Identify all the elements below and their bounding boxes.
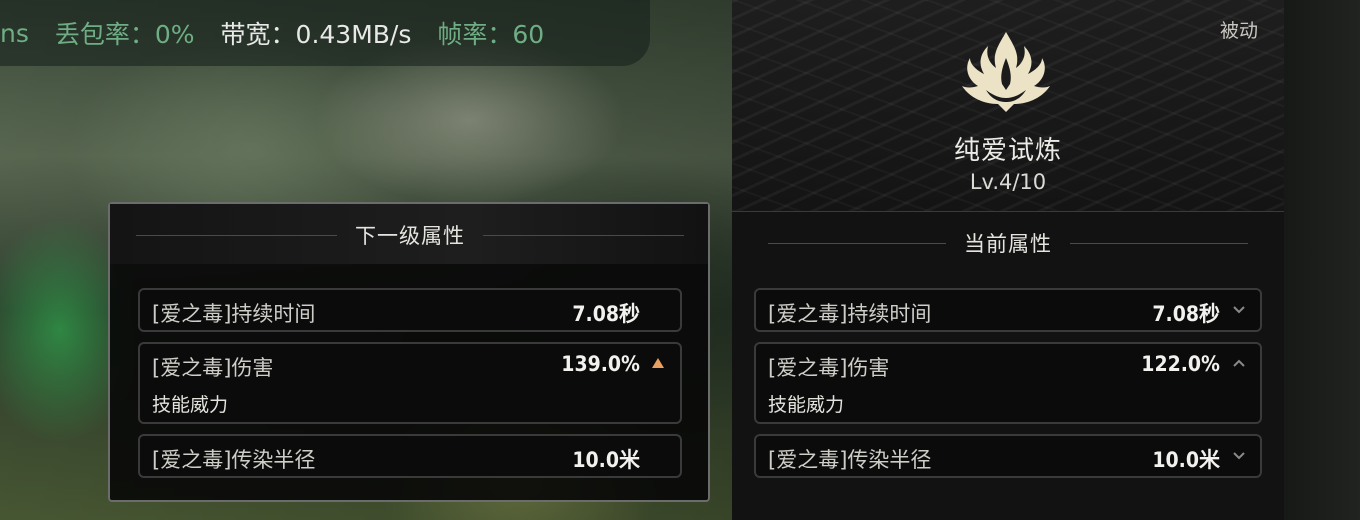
title-divider-left — [136, 234, 337, 236]
skill-detail-panel: 被动 纯爱试炼 Lv.4/10 当前属性 [爱之毒]持续时间 7.08秒 [爱之… — [732, 0, 1284, 520]
title-divider-left — [768, 242, 946, 244]
row-value: 10.0米 — [1152, 448, 1220, 472]
passive-tag: 被动 — [1219, 20, 1258, 42]
row-label: [爱之毒]持续时间 — [768, 302, 932, 326]
current-row-duration[interactable]: [爱之毒]持续时间 7.08秒 — [754, 288, 1262, 332]
row-value: 139.0% — [561, 352, 640, 376]
ping-readout: ns — [0, 18, 29, 48]
row-value: 10.0米 — [572, 448, 640, 472]
row-label: [爱之毒]伤害 — [152, 356, 274, 380]
fps-readout: 帧率：60 — [437, 20, 545, 49]
next-row-damage[interactable]: [爱之毒]伤害 139.0% 技能威力 — [138, 342, 682, 424]
next-row-duration[interactable]: [爱之毒]持续时间 7.08秒 — [138, 288, 682, 332]
row-label: [爱之毒]传染半径 — [768, 448, 932, 472]
chevron-down-icon[interactable] — [1230, 446, 1248, 464]
next-level-title: 下一级属性 — [136, 220, 684, 250]
next-level-panel: 下一级属性 [爱之毒]持续时间 7.08秒 [爱之毒]伤害 139.0% 技能威… — [108, 202, 710, 502]
row-label: [爱之毒]持续时间 — [152, 302, 316, 326]
flame-crown-icon — [962, 32, 1050, 112]
packet-loss-readout: 丢包率：0% — [54, 20, 195, 49]
bandwidth-readout: 带宽：0.43MB/s — [220, 20, 412, 49]
current-attributes-title-text: 当前属性 — [964, 232, 1052, 256]
chevron-down-icon[interactable] — [1230, 300, 1248, 318]
screen-edge-strip — [1284, 0, 1360, 520]
chevron-up-icon[interactable] — [1230, 354, 1248, 372]
title-divider-right — [1070, 242, 1248, 244]
network-status-bar: ns 丢包率：0% 带宽：0.43MB/s 帧率：60 — [0, 0, 650, 66]
current-row-damage[interactable]: [爱之毒]伤害 122.0% 技能威力 — [754, 342, 1262, 424]
row-sub-label: 技能威力 — [768, 394, 845, 416]
next-row-radius[interactable]: [爱之毒]传染半径 10.0米 — [138, 434, 682, 478]
skill-level: Lv.4/10 — [969, 170, 1047, 194]
title-divider-right — [483, 234, 684, 236]
row-sub-label: 技能威力 — [152, 394, 229, 416]
current-attributes-title: 当前属性 — [768, 228, 1248, 258]
next-level-title-text: 下一级属性 — [355, 224, 465, 248]
skill-header: 被动 纯爱试炼 Lv.4/10 — [732, 0, 1284, 212]
increase-arrow-icon — [652, 358, 664, 368]
row-value: 7.08秒 — [1152, 302, 1220, 326]
skill-name: 纯爱试炼 — [953, 136, 1062, 166]
row-label: [爱之毒]传染半径 — [152, 448, 316, 472]
row-label: [爱之毒]伤害 — [768, 356, 890, 380]
row-value: 122.0% — [1141, 352, 1220, 376]
row-value: 7.08秒 — [572, 302, 640, 326]
current-row-radius[interactable]: [爱之毒]传染半径 10.0米 — [754, 434, 1262, 478]
